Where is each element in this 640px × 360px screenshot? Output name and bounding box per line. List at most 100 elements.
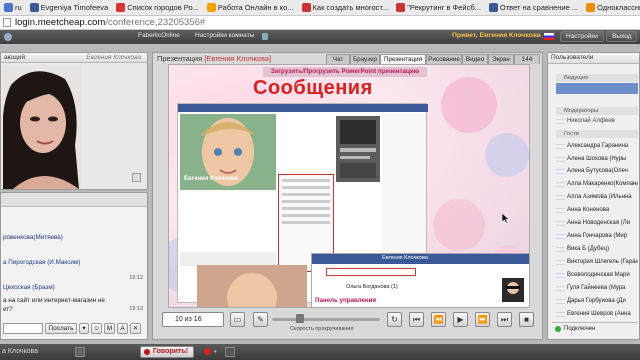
bookmark-item[interactable]: Как создать многост... — [298, 1, 393, 15]
dropdown-icon[interactable]: ▾ — [79, 323, 89, 334]
upload-presentation-button[interactable]: Загрузить/Прогрузить PowerPoint презента… — [263, 67, 427, 77]
bookmark-item[interactable]: Работа Онлайн в ко... — [203, 1, 298, 15]
settings-button[interactable]: Настройки — [560, 31, 604, 42]
chat-line: Цехоская (Бразм) — [3, 284, 55, 291]
bookmark-favicon-icon — [206, 3, 216, 12]
mock-child-photo-2 — [197, 265, 307, 307]
video-expand-icon[interactable] — [132, 173, 141, 182]
last-slide-icon[interactable]: ⏭ — [497, 312, 512, 327]
address-bar[interactable]: login.meetcheap.com/conference,23205356# — [0, 16, 640, 30]
chat-line: а Пирогодская (И.Максим) — [3, 259, 81, 266]
chat-header — [1, 193, 147, 207]
mock-chat-user: Ольга Богданова (1) — [346, 284, 398, 290]
fb-header — [178, 104, 428, 112]
chat-line: ет? — [3, 306, 13, 313]
clear-icon[interactable]: ✕ — [130, 323, 141, 334]
user-row[interactable]: Евгения Шевров (Анна — [556, 309, 638, 319]
tab-presentation[interactable]: Презентация — [380, 54, 426, 64]
chat-time: 19:12 — [129, 275, 143, 281]
user-row[interactable]: Виктория Шлегель (Гаранина — [556, 257, 638, 267]
flag-icon[interactable] — [544, 33, 554, 40]
group-moderators: Модераторы — [556, 107, 638, 115]
faberlic-link[interactable]: FaberlicOnline — [133, 31, 185, 42]
cursor-icon — [502, 213, 510, 224]
user-row[interactable]: Анна Новоденская (Ли — [556, 218, 638, 228]
bookmark-favicon-icon — [301, 3, 311, 12]
tab-browser[interactable]: Браузер — [350, 54, 380, 64]
bold-icon[interactable]: A — [117, 323, 128, 334]
chat-time: 19:12 — [129, 306, 143, 312]
exit-button[interactable]: Выход — [606, 31, 638, 42]
bookmark-item[interactable]: Evgeniya Timofeeva — [26, 1, 113, 15]
user-row[interactable]: Алена Бутусова(Олеч — [556, 166, 638, 176]
tab-video[interactable]: Видео — [462, 54, 488, 64]
record-icon[interactable] — [204, 348, 211, 355]
stop-icon[interactable]: ■ — [519, 312, 534, 327]
talk-button[interactable]: Говорить! — [140, 346, 194, 358]
app-top-bar: FaberlicOnline Настройки комнаты Привет,… — [0, 30, 640, 44]
send-button[interactable]: Послать — [45, 323, 77, 334]
user-row[interactable]: Гуля Гайнеева (Мура — [556, 283, 638, 293]
play-icon[interactable]: ▶ — [453, 312, 468, 327]
bookmark-favicon-icon — [586, 3, 596, 12]
lock-icon — [262, 33, 268, 40]
bookmark-label: "Рекрутинг в Фейсб... — [407, 3, 481, 12]
user-row[interactable]: Анна Гончарова (Мир — [556, 231, 638, 241]
user-row[interactable]: Дарья Горбунова (Ди — [556, 296, 638, 306]
chat-line: а на сайт или интернет-магазин не — [3, 297, 105, 304]
page-select[interactable]: 10 из 16 — [162, 312, 224, 327]
group-guests: Гости — [556, 130, 638, 138]
user-row[interactable]: Алла Макаренко(Компания — [556, 179, 638, 189]
user-row[interactable]: Алла Азимова (Ильнна — [556, 192, 638, 202]
tab-count[interactable]: 144 — [514, 54, 540, 64]
camera-icon[interactable] — [75, 347, 85, 357]
next-slide-icon[interactable]: ⏩ — [475, 312, 490, 327]
volume-icon[interactable] — [225, 347, 235, 357]
user-row[interactable]: Александра Гаранина — [556, 141, 638, 151]
mail-icon[interactable]: M — [104, 323, 115, 334]
record-dropdown-icon[interactable]: ▾ — [214, 349, 217, 355]
bookmark-item[interactable]: Одноклассники — [582, 1, 640, 15]
first-slide-icon[interactable]: ⏮ — [409, 312, 424, 327]
prev-slide-icon[interactable]: ⏪ — [431, 312, 446, 327]
slide-heading: Сообщения — [253, 77, 373, 99]
smile-icon[interactable]: ☺ — [91, 323, 102, 334]
fullscreen-icon[interactable]: ▭ — [230, 312, 245, 327]
speed-label: Скорость прокручивания — [290, 326, 354, 332]
tab-chat[interactable]: Чат — [326, 54, 350, 64]
bookmark-label: Evgeniya Timofeeva — [40, 3, 109, 12]
tab-screen[interactable]: Экран — [488, 54, 514, 64]
bookmark-item[interactable]: "Рекрутинг в Фейсб... — [392, 1, 485, 15]
bookmark-item[interactable]: Ответ на сравнение ... — [485, 1, 582, 15]
user-row[interactable]: Анна Кононова — [556, 205, 638, 215]
self-name: а Клочкова — [2, 348, 39, 355]
room-settings-button[interactable]: Настройки комнаты — [190, 31, 259, 42]
bookmark-label: Ответ на сравнение ... — [499, 3, 579, 12]
bookmark-favicon-icon — [488, 3, 498, 12]
speed-slider[interactable] — [272, 318, 380, 321]
tab-drawing[interactable]: Рисование — [426, 54, 462, 64]
user-row[interactable]: Всеволодинская Мари — [556, 270, 638, 280]
leader-row[interactable] — [556, 83, 638, 94]
bookmark-favicon-icon — [116, 3, 126, 12]
connected-icon — [555, 326, 561, 332]
bookmark-item[interactable]: Список городов Ро... — [112, 1, 203, 15]
bookmark-label: ru — [15, 3, 22, 12]
refresh-icon[interactable]: ↻ — [387, 312, 402, 327]
pen-icon[interactable]: ✎ — [253, 312, 268, 327]
mock-ad — [336, 116, 380, 182]
chat-input[interactable] — [3, 323, 43, 334]
bookmark-label: Работа Онлайн в ко... — [217, 3, 294, 12]
speed-slider-handle[interactable] — [296, 314, 304, 323]
bookmark-item[interactable]: ru — [0, 1, 26, 15]
user-row[interactable]: Николай Алфеев — [556, 116, 638, 126]
presenter-video — [3, 65, 81, 189]
address-url[interactable]: login.meetcheap.com/conference,23205356# — [15, 17, 205, 28]
greeting: Привет, Евгения Клочкова — [452, 32, 541, 39]
page-icon — [3, 18, 11, 27]
mock-search — [326, 268, 416, 276]
user-row[interactable]: Алена Шохова (Нуры — [556, 154, 638, 164]
users-title: Пользователи — [548, 53, 639, 64]
bookmarks-bar: ru Evgeniya Timofeeva Список городов Ро...… — [0, 0, 640, 16]
user-row[interactable]: Вика Б (Дубец) — [556, 244, 638, 254]
